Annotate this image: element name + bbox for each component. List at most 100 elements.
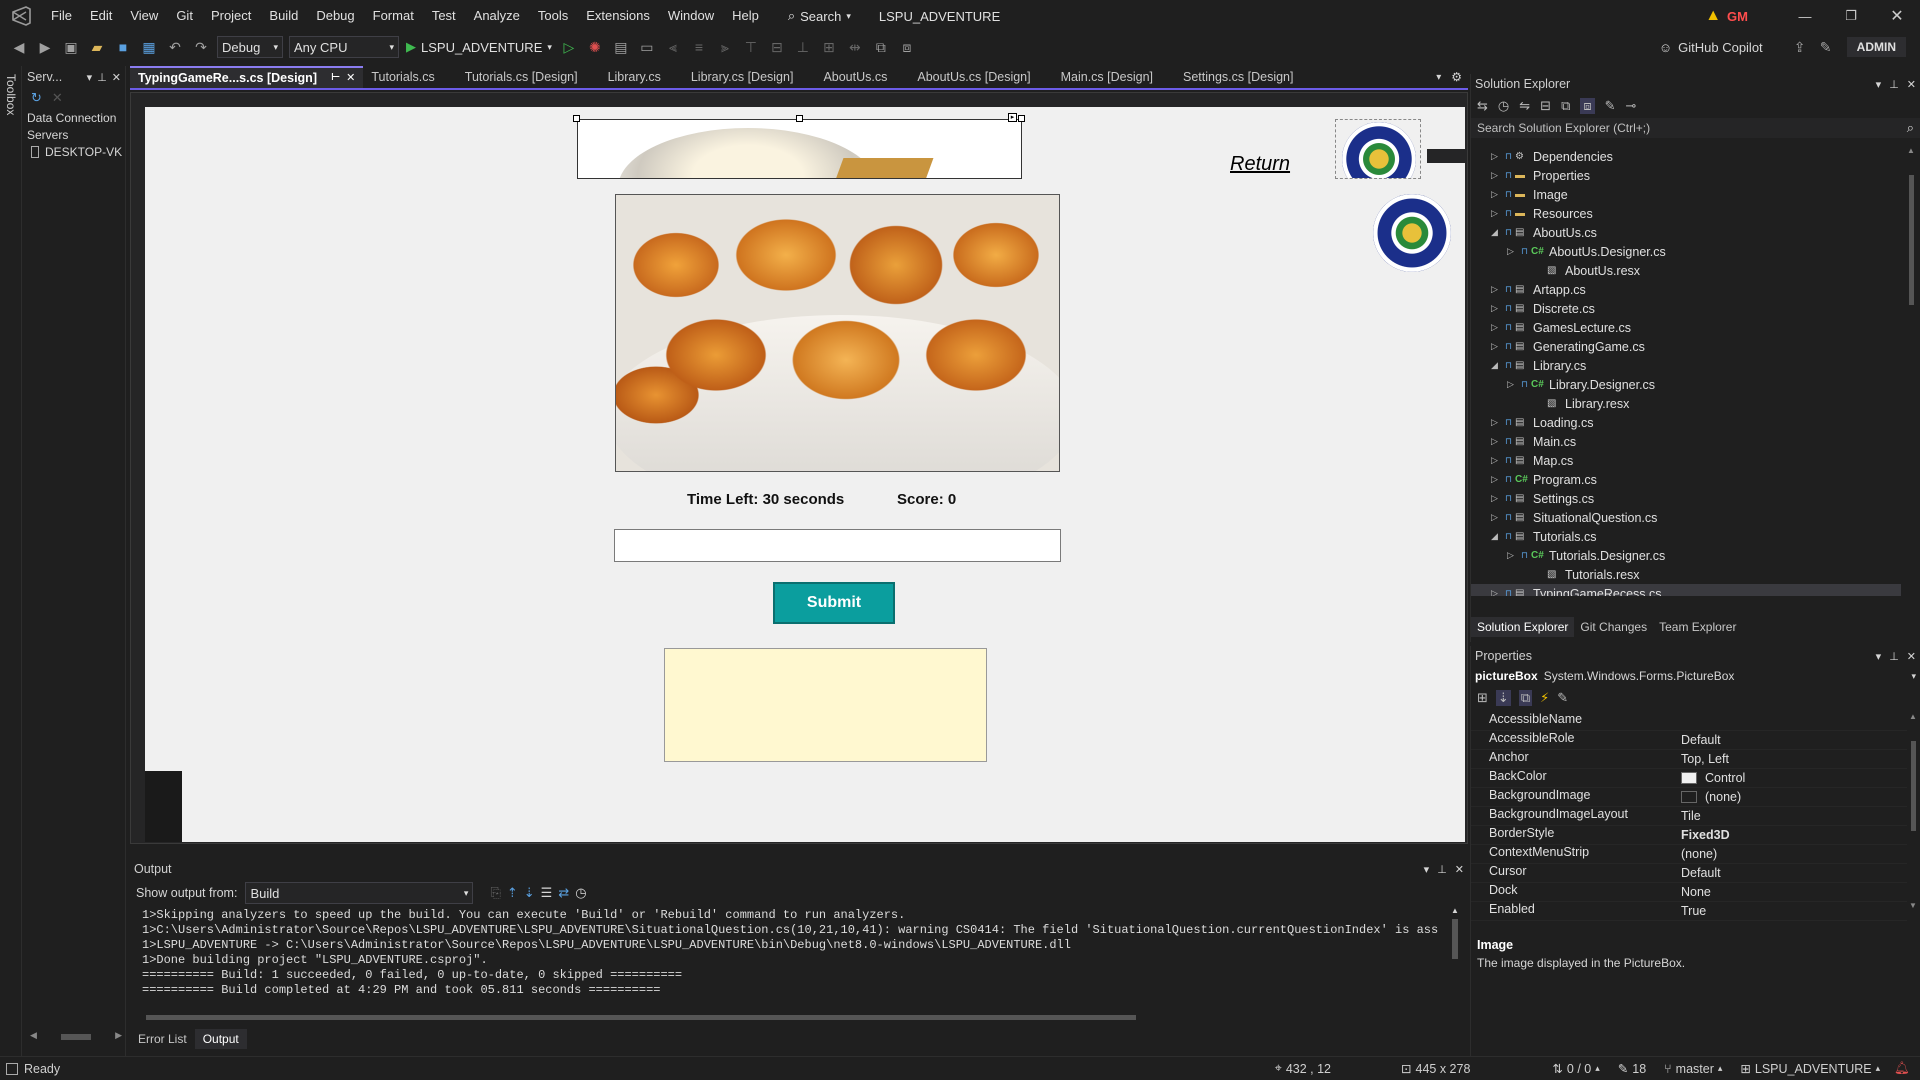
collapsed-arrow-icon[interactable]: ▷ — [1491, 341, 1505, 352]
redo-icon[interactable]: ↷ — [190, 36, 212, 58]
property-row-cursor[interactable]: Cursor Default — [1471, 864, 1907, 883]
pin-icon[interactable]: ⊥ — [97, 71, 107, 84]
tab-typinggamere-s-cs-design-[interactable]: TypingGameRe...s.cs [Design] ⊢ ✕ — [130, 66, 364, 88]
word-wrap-icon[interactable]: ⇄ — [558, 885, 569, 901]
visual-studio-logo-icon[interactable] — [0, 0, 42, 32]
output-source-select[interactable]: Build ▾ — [245, 882, 474, 904]
tab-team-explorer[interactable]: Team Explorer — [1653, 617, 1742, 637]
tree-item-main-cs[interactable]: ▷ ⊓ ▤ Main.cs — [1471, 432, 1901, 451]
tree-item-tutorials-cs[interactable]: ◢ ⊓ ▤ Tutorials.cs — [1471, 527, 1901, 546]
property-row-dock[interactable]: Dock None — [1471, 883, 1907, 902]
pin-tab-icon[interactable]: ⊢ — [331, 67, 340, 88]
clear-all-icon[interactable]: ☰ — [541, 885, 553, 901]
close-icon[interactable]: ✕ — [112, 71, 121, 84]
property-row-errorimage[interactable]: ⊞ ErrorImageSystem.Drawing.Bitmap — [1471, 921, 1907, 924]
events-icon[interactable]: ⚡ — [1540, 690, 1549, 706]
property-row-backgroundimagelayout[interactable]: BackgroundImageLayout Tile — [1471, 807, 1907, 826]
tab-solution-explorer[interactable]: Solution Explorer — [1471, 617, 1575, 637]
chevron-down-icon[interactable]: ▾ — [1424, 863, 1430, 876]
tree-item-data-connections[interactable]: Data Connection — [23, 108, 125, 125]
prev-message-icon[interactable]: ⇡ — [507, 885, 518, 901]
vertical-scrollbar[interactable]: ▲ — [1448, 906, 1462, 1010]
property-value[interactable]: Tile — [1677, 807, 1907, 825]
edits-button[interactable]: ✎ 18 — [1618, 1061, 1646, 1077]
align-bottom-icon[interactable]: ⊥ — [792, 36, 814, 58]
align-top-icon[interactable]: ⊤ — [740, 36, 762, 58]
forward-icon[interactable]: ▶ — [34, 36, 56, 58]
menu-debug[interactable]: Debug — [307, 0, 363, 32]
find-message-icon[interactable]: ⎘ — [490, 885, 500, 901]
switch-views-icon[interactable]: ⇋ — [1519, 98, 1530, 114]
property-row-backgroundimage[interactable]: BackgroundImage (none) — [1471, 788, 1907, 807]
collapsed-arrow-icon[interactable]: ▷ — [1491, 436, 1505, 447]
tree-item-gameslecture-cs[interactable]: ▷ ⊓ ▤ GamesLecture.cs — [1471, 318, 1901, 337]
restore-button[interactable]: ❐ — [1828, 8, 1874, 24]
menu-window[interactable]: Window — [659, 0, 723, 32]
menu-file[interactable]: File — [42, 0, 81, 32]
property-row-backcolor[interactable]: BackColor Control — [1471, 769, 1907, 788]
tab-git-changes[interactable]: Git Changes — [1574, 617, 1653, 637]
property-value[interactable]: None — [1677, 883, 1907, 901]
property-value[interactable]: System.Drawing.Bitmap — [1677, 921, 1907, 924]
back-icon[interactable]: ◀ — [8, 36, 30, 58]
collapsed-arrow-icon[interactable]: ▷ — [1491, 493, 1505, 504]
pin-icon[interactable]: ⊥ — [1889, 650, 1899, 663]
property-value[interactable]: Fixed3D — [1677, 826, 1907, 844]
collapsed-arrow-icon[interactable]: ▷ — [1491, 208, 1505, 219]
scroll-right-icon[interactable]: ▶ — [115, 1030, 122, 1044]
branch-button[interactable]: ⑂ master ▴ — [1664, 1062, 1722, 1076]
filter-icon[interactable]: ⧈ — [1580, 98, 1595, 114]
menu-analyze[interactable]: Analyze — [465, 0, 529, 32]
toolbox-label[interactable]: Toolbox — [4, 74, 18, 115]
vertical-scrollbar[interactable]: ▲ ▼ — [1907, 712, 1919, 924]
align-right-icon[interactable]: ⫸ — [714, 36, 736, 58]
collapsed-arrow-icon[interactable]: ▷ — [1507, 246, 1521, 257]
property-value[interactable]: Default — [1677, 731, 1907, 749]
menu-edit[interactable]: Edit — [81, 0, 121, 32]
admin-badge[interactable]: ADMIN — [1846, 37, 1906, 57]
preview-icon[interactable]: ⊸ — [1626, 98, 1637, 114]
menu-help[interactable]: Help — [723, 0, 768, 32]
tree-item-settings-cs[interactable]: ▷ ⊓ ▤ Settings.cs — [1471, 489, 1901, 508]
vertical-scrollbar[interactable]: ▲ — [1905, 146, 1917, 596]
close-tab-icon[interactable]: ✕ — [346, 67, 355, 88]
tab-tutorials-cs[interactable]: Tutorials.cs — [363, 66, 442, 88]
properties-icon[interactable]: ⧉ — [1518, 690, 1533, 706]
property-value[interactable]: Control — [1677, 769, 1907, 787]
chevron-down-icon[interactable]: ▾ — [1876, 650, 1882, 663]
menu-format[interactable]: Format — [364, 0, 423, 32]
collapsed-arrow-icon[interactable]: ▷ — [1491, 417, 1505, 428]
toolbox-strip[interactable]: Toolbox — [0, 66, 22, 1056]
menu-extensions[interactable]: Extensions — [577, 0, 659, 32]
tab-settings-cs-design-[interactable]: Settings.cs [Design] — [1175, 66, 1301, 88]
property-value[interactable]: Top, Left — [1677, 750, 1907, 768]
github-copilot-button[interactable]: ☺ GitHub Copilot — [1659, 40, 1763, 55]
tree-item-discrete-cs[interactable]: ▷ ⊓ ▤ Discrete.cs — [1471, 299, 1901, 318]
horizontal-scrollbar[interactable] — [136, 1012, 1446, 1024]
minimize-button[interactable]: — — [1782, 9, 1828, 24]
scrollbar-thumb[interactable] — [1908, 175, 1914, 305]
close-icon[interactable]: ✕ — [1907, 78, 1916, 91]
feedback-icon[interactable]: ✎ — [1815, 36, 1837, 58]
tree-item-program-cs[interactable]: ▷ ⊓ C# Program.cs — [1471, 470, 1901, 489]
expand-icon[interactable]: ⊞ — [1475, 922, 1489, 924]
tree-item-image[interactable]: ▷ ⊓ ▬ Image — [1471, 185, 1901, 204]
cancel-icon[interactable]: ✕ — [52, 90, 63, 106]
resize-handle[interactable] — [573, 115, 580, 122]
resize-handle[interactable]: ▸ — [1008, 113, 1017, 122]
pin-icon[interactable]: ⊥ — [1889, 78, 1899, 91]
tab-aboutus-cs[interactable]: AboutUs.cs — [815, 66, 895, 88]
scrollbar-thumb[interactable] — [1910, 741, 1916, 831]
start-debugging-button[interactable]: ▶ LSPU_ADVENTURE ▾ — [406, 39, 552, 55]
answer-input[interactable] — [614, 529, 1061, 562]
property-value[interactable]: True — [1677, 902, 1907, 920]
platform-select[interactable]: Any CPU ▾ — [289, 36, 399, 58]
collapsed-arrow-icon[interactable]: ▷ — [1491, 512, 1505, 523]
tree-item-aboutus-resx[interactable]: ▧ AboutUs.resx — [1471, 261, 1901, 280]
menu-git[interactable]: Git — [167, 0, 202, 32]
form-canvas[interactable]: ▸ Return Time Left: 30 seconds Score: 0 … — [145, 107, 1465, 842]
start-without-debugging-icon[interactable]: ▷ — [558, 36, 580, 58]
tree-item-library-designer-cs[interactable]: ▷ ⊓ C# Library.Designer.cs — [1471, 375, 1901, 394]
spacing-icon[interactable]: ⇹ — [844, 36, 866, 58]
search-button[interactable]: ⌕ Search ▾ — [788, 0, 851, 32]
